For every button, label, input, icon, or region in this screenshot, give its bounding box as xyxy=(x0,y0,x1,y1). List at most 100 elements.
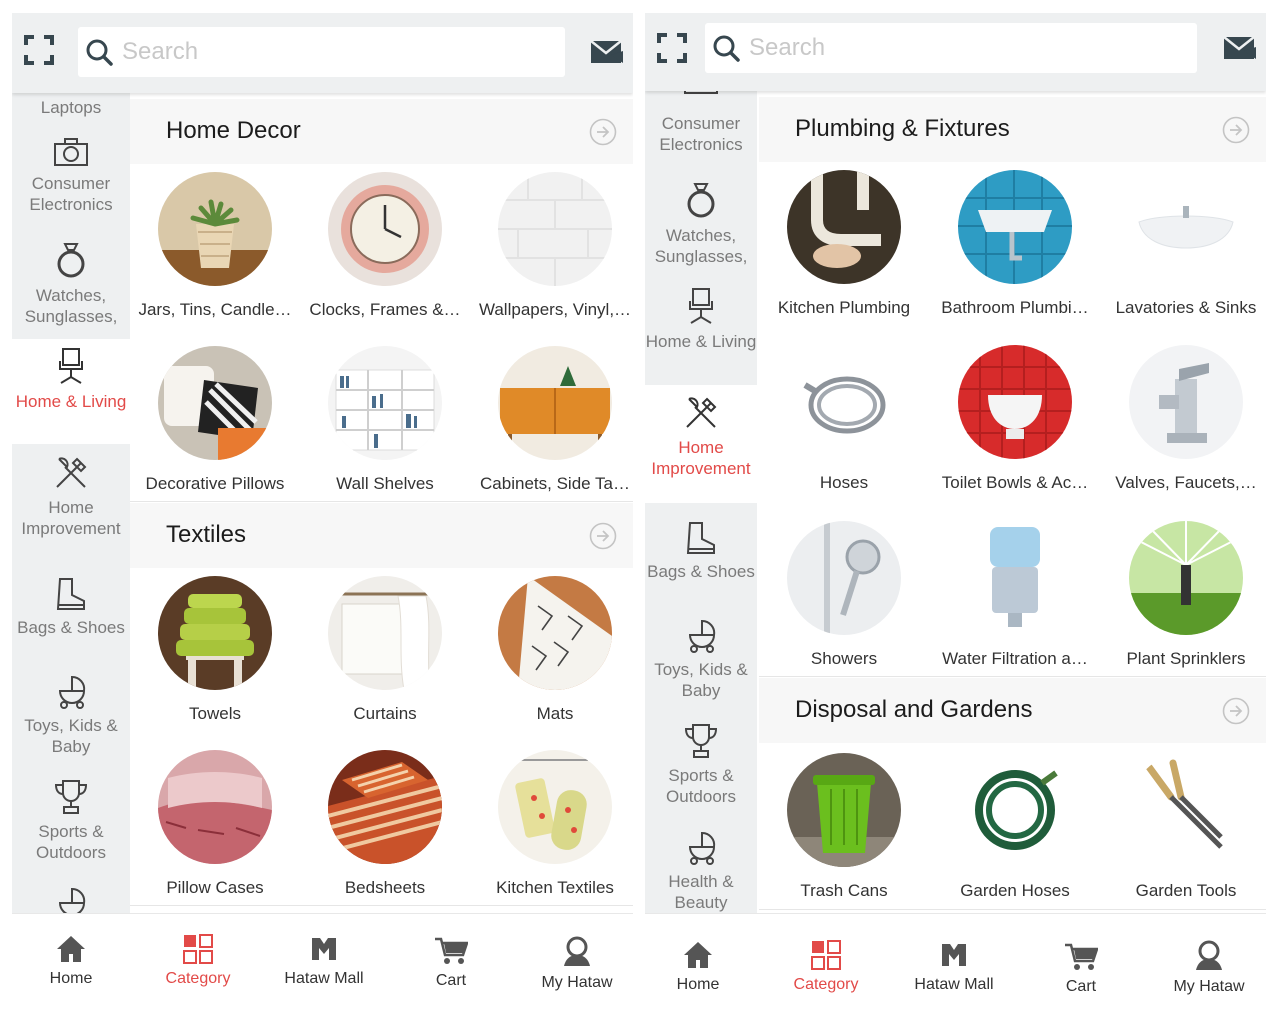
sidebar-item-toys-kids-baby[interactable]: Toys, Kids & Baby xyxy=(12,673,130,757)
message-icon[interactable] xyxy=(589,37,623,67)
subcategory-garden-hoses[interactable]: Garden Hoses xyxy=(930,753,1100,901)
sidebar-item-home-living[interactable]: Home & Living xyxy=(645,287,757,352)
nav-hataw-mall[interactable]: Hataw Mall xyxy=(892,940,1016,994)
search-bar[interactable] xyxy=(78,27,565,77)
user-icon xyxy=(1196,940,1222,970)
nav-category[interactable]: Category xyxy=(764,940,888,994)
search-bar[interactable] xyxy=(705,23,1197,73)
user-icon xyxy=(564,936,590,966)
subcategory-decorative-pillows[interactable]: Decorative Pillows xyxy=(130,346,300,494)
subcategory-lavatories-sinks[interactable]: Lavatories & Sinks xyxy=(1101,170,1266,318)
arrow-right-icon[interactable] xyxy=(1222,697,1250,725)
section-header-home-decor[interactable]: Home Decor xyxy=(130,99,633,164)
wall-sink-icon xyxy=(958,170,1072,284)
sidebar-item-home-improvement[interactable]: Home Improvement xyxy=(12,455,130,539)
sidebar-item-home-living[interactable]: Home & Living xyxy=(12,339,130,444)
nav-label: My Hataw xyxy=(541,974,613,991)
sidebar-item-laptops[interactable]: Laptops xyxy=(12,97,130,118)
arrow-right-icon[interactable] xyxy=(1222,116,1250,144)
cart-icon xyxy=(1065,943,1098,970)
sidebar-item-consumer-electronics[interactable]: Consumer Electronics xyxy=(645,91,757,155)
arrow-right-icon[interactable] xyxy=(589,118,617,146)
nav-home[interactable]: Home xyxy=(645,940,760,994)
sidebar-item-more[interactable] xyxy=(12,885,130,913)
section-header-textiles[interactable]: Textiles xyxy=(130,503,633,568)
subcategory-label: Kitchen Plumbing xyxy=(777,298,911,317)
subcategory-valves-faucets[interactable]: Valves, Faucets,… xyxy=(1101,345,1266,493)
section-header-plumbing[interactable]: Plumbing & Fixtures xyxy=(759,97,1266,162)
subcategory-towels[interactable]: Towels xyxy=(130,576,300,724)
subcategory-toilet-bowls[interactable]: Toilet Bowls & Ac… xyxy=(930,345,1100,493)
nav-my-hataw[interactable]: My Hataw xyxy=(515,936,633,992)
scan-icon[interactable] xyxy=(24,35,54,65)
sidebar-item-watches[interactable]: Watches, Sunglasses, xyxy=(645,181,757,267)
search-input[interactable] xyxy=(122,35,542,69)
subcategory-label: Kitchen Textiles xyxy=(496,878,614,897)
mall-icon xyxy=(312,938,336,960)
bottom-navigation: Home Category Hataw Mall Cart My Hataw xyxy=(645,913,1266,1024)
section-header-disposal-gardens[interactable]: Disposal and Gardens xyxy=(759,678,1266,743)
subcategory-label: Pillow Cases xyxy=(166,878,264,897)
top-bar xyxy=(12,13,633,93)
sidebar-item-label: Home Improvement xyxy=(21,498,121,538)
nav-cart[interactable]: Cart xyxy=(1019,942,1143,996)
subcategory-wallpapers[interactable]: Wallpapers, Vinyl,… xyxy=(470,172,633,320)
nav-label: Hataw Mall xyxy=(914,976,994,993)
sidebar-item-label: Home Improvement xyxy=(651,438,751,478)
sidebar-item-sports-outdoors[interactable]: Sports & Outdoors xyxy=(12,779,130,863)
subcategory-showers[interactable]: Showers xyxy=(759,521,929,669)
nav-hataw-mall[interactable]: Hataw Mall xyxy=(262,934,386,988)
subcategory-plant-sprinklers[interactable]: Plant Sprinklers xyxy=(1101,521,1266,669)
sidebar-item-label: Health & Beauty xyxy=(668,872,734,912)
succulent-jar-icon xyxy=(158,172,272,286)
category-icon xyxy=(183,934,213,964)
nav-label: Cart xyxy=(435,972,467,989)
subcategory-trash-cans[interactable]: Trash Cans xyxy=(759,753,929,901)
basin-icon xyxy=(1129,170,1243,284)
stroller-icon xyxy=(58,675,86,709)
scan-icon[interactable] xyxy=(657,33,687,63)
subcategory-mats[interactable]: Mats xyxy=(470,576,633,724)
sidebar-item-watches[interactable]: Watches, Sunglasses, xyxy=(12,241,130,327)
subcategory-label: Wallpapers, Vinyl,… xyxy=(478,300,632,319)
nav-cart[interactable]: Cart xyxy=(389,936,513,990)
subcategory-garden-tools[interactable]: Garden Tools xyxy=(1101,753,1266,901)
mat-icon xyxy=(498,576,612,690)
sidebar-item-health-beauty[interactable]: Health & Beauty xyxy=(645,829,757,913)
nav-category[interactable]: Category xyxy=(136,934,260,988)
sidebar-item-toys-kids-baby[interactable]: Toys, Kids & Baby xyxy=(645,617,757,701)
subcategory-cabinets[interactable]: Cabinets, Side Ta… xyxy=(470,346,633,494)
section-divider xyxy=(130,905,633,906)
nav-home[interactable]: Home xyxy=(12,934,133,988)
sidebar-item-bags-shoes[interactable]: Bags & Shoes xyxy=(12,577,130,638)
search-icon xyxy=(713,35,740,62)
subcategory-pillow-cases[interactable]: Pillow Cases xyxy=(130,750,300,898)
sidebar-item-label: Bags & Shoes xyxy=(647,562,755,581)
subcategory-curtains[interactable]: Curtains xyxy=(300,576,470,724)
subcategory-jars-tins[interactable]: Jars, Tins, Candle… xyxy=(130,172,300,320)
sidebar-item-consumer-electronics[interactable]: Consumer Electronics xyxy=(12,137,130,215)
sidebar-item-sports-outdoors[interactable]: Sports & Outdoors xyxy=(645,723,757,807)
section-title: Plumbing & Fixtures xyxy=(795,115,1010,142)
nav-label: My Hataw xyxy=(1173,978,1245,995)
subcategory-clocks-frames[interactable]: Clocks, Frames &… xyxy=(300,172,470,320)
section-divider xyxy=(130,501,633,502)
message-icon[interactable] xyxy=(1222,33,1256,63)
section-title: Textiles xyxy=(166,521,247,548)
search-input[interactable] xyxy=(749,31,1169,65)
category-content: Plumbing & Fixtures Kitchen Plumbing Bat… xyxy=(759,91,1266,913)
arrow-right-icon[interactable] xyxy=(589,522,617,550)
subcategory-bedsheets[interactable]: Bedsheets xyxy=(300,750,470,898)
subcategory-bathroom-plumbing[interactable]: Bathroom Plumbi… xyxy=(930,170,1100,318)
subcategory-hoses[interactable]: Hoses xyxy=(759,345,929,493)
subcategory-kitchen-textiles[interactable]: Kitchen Textiles xyxy=(470,750,633,898)
top-bar xyxy=(645,13,1266,91)
toilet-icon xyxy=(958,345,1072,459)
trophy-icon xyxy=(684,724,718,758)
sidebar-item-home-improvement[interactable]: Home Improvement xyxy=(645,385,757,503)
subcategory-water-filtration[interactable]: Water Filtration a… xyxy=(930,521,1100,669)
subcategory-kitchen-plumbing[interactable]: Kitchen Plumbing xyxy=(759,170,929,318)
sidebar-item-bags-shoes[interactable]: Bags & Shoes xyxy=(645,521,757,582)
nav-my-hataw[interactable]: My Hataw xyxy=(1147,940,1266,996)
subcategory-wall-shelves[interactable]: Wall Shelves xyxy=(300,346,470,494)
